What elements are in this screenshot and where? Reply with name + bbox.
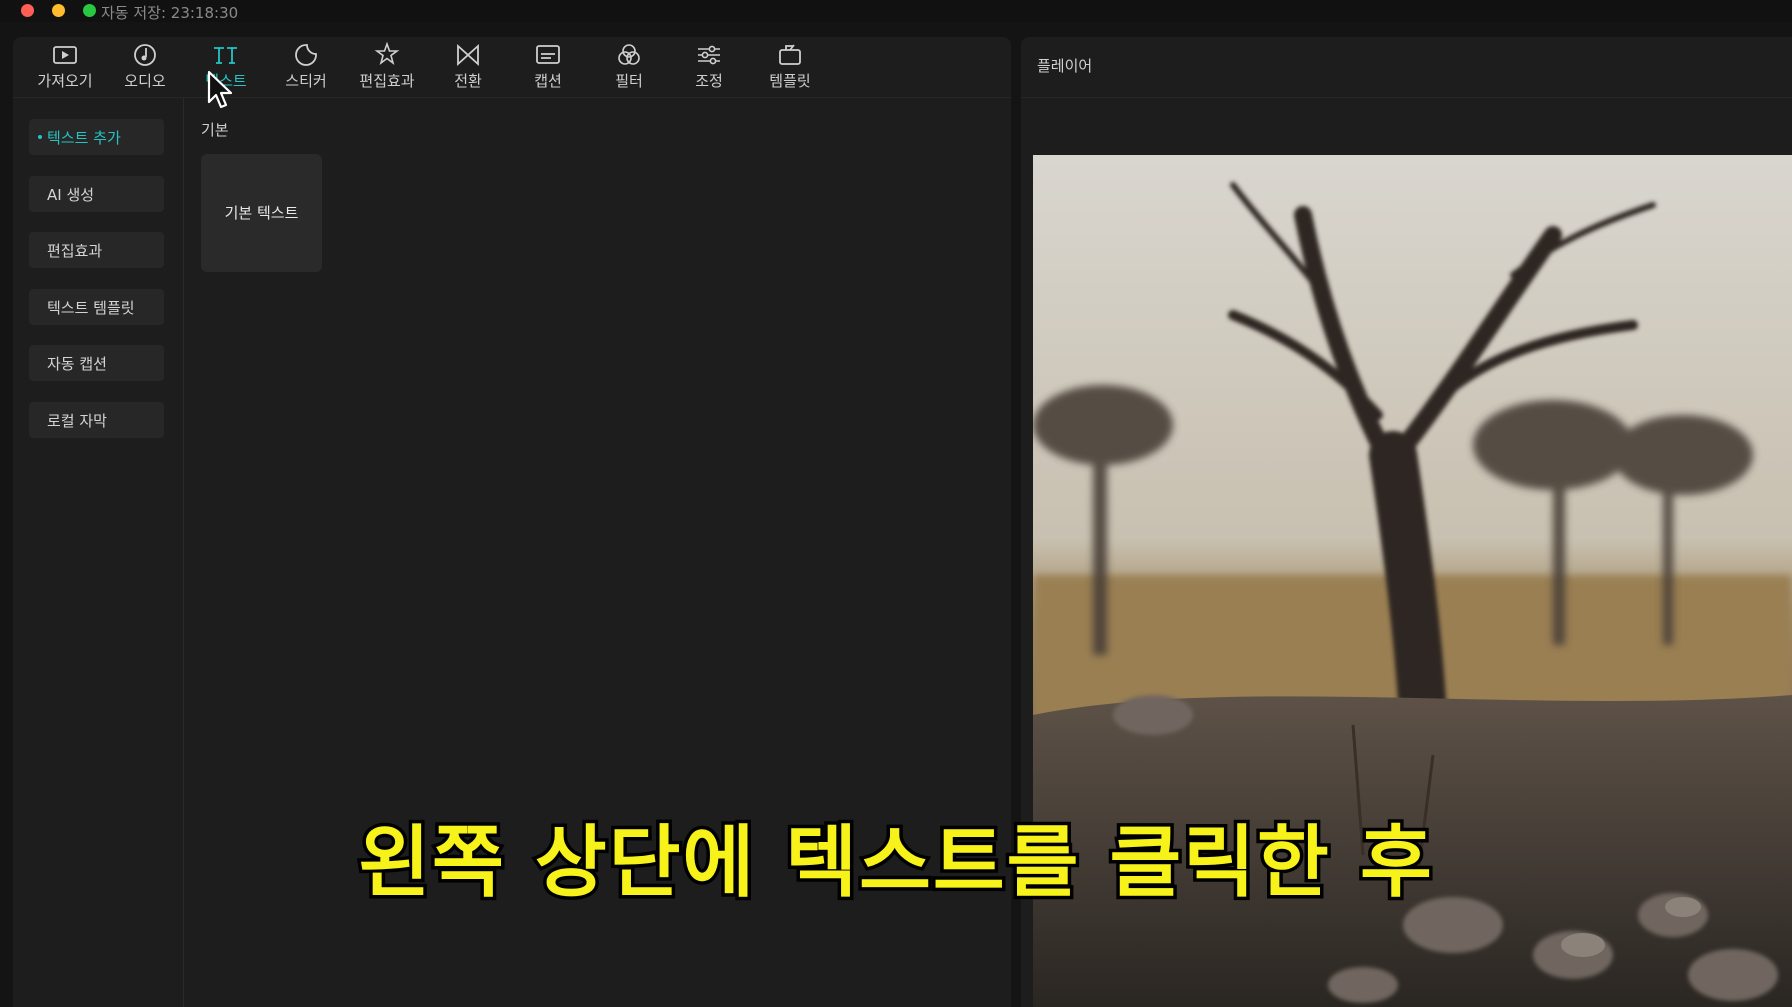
divider — [1021, 97, 1792, 98]
nav-item-label: 텍스트 템플릿 — [47, 299, 135, 317]
tab-filter[interactable]: 필터 — [589, 42, 669, 94]
mouse-cursor-icon — [207, 70, 233, 109]
tab-label: 가져오기 — [37, 72, 93, 90]
filter-icon — [589, 42, 669, 68]
tab-label: 전환 — [454, 72, 482, 90]
tab-label: 조정 — [695, 72, 723, 90]
default-text-card[interactable]: 기본 텍스트 — [201, 154, 322, 272]
minimize-window-button[interactable] — [52, 4, 65, 17]
active-dot — [38, 135, 42, 139]
nav-item-label: 자동 캡션 — [47, 355, 107, 373]
tab-label: 편집효과 — [359, 72, 415, 90]
sticker-icon — [266, 42, 346, 68]
section-title: 기본 — [201, 121, 229, 139]
nav-item-label: 텍스트 추가 — [47, 129, 121, 147]
nav-item-effects[interactable]: 편집효과 — [29, 232, 164, 268]
autosave-status: 자동 저장: 23:18:30 — [101, 4, 239, 22]
audio-icon — [105, 42, 185, 68]
tab-label: 캡션 — [534, 72, 562, 90]
tab-adjust[interactable]: 조정 — [669, 42, 749, 94]
adjust-icon — [669, 42, 749, 68]
close-window-button[interactable] — [21, 4, 34, 17]
title-bar: 자동 저장: 23:18:30 — [0, 0, 1792, 22]
card-label: 기본 텍스트 — [224, 204, 299, 222]
nav-item-label: AI 생성 — [47, 186, 95, 204]
media-toolbar: 가져오기 오디오 텍스트 스티커 편집효과 전환 캡션 필터 조정 템플릿 — [13, 37, 1011, 97]
nav-item-auto-caption[interactable]: 자동 캡션 — [29, 345, 164, 381]
media-import-icon — [25, 42, 105, 68]
player-title: 플레이어 — [1037, 57, 1093, 75]
tab-audio[interactable]: 오디오 — [105, 42, 185, 94]
video-subtitle: 왼쪽 상단에 텍스트를 클릭한 후 — [355, 815, 1436, 912]
caption-icon — [508, 42, 588, 68]
nav-item-ai-generate[interactable]: AI 생성 — [29, 176, 164, 212]
nav-item-label: 로컬 자막 — [47, 412, 107, 430]
tab-label: 스티커 — [285, 72, 327, 90]
tab-label: 오디오 — [124, 72, 166, 90]
nav-item-label: 편집효과 — [47, 242, 103, 260]
nav-item-add-text[interactable]: 텍스트 추가 — [29, 119, 164, 155]
tab-sticker[interactable]: 스티커 — [266, 42, 346, 94]
effects-icon — [347, 41, 427, 68]
maximize-window-button[interactable] — [83, 4, 96, 17]
transition-icon — [428, 42, 508, 68]
nav-item-local-subtitle[interactable]: 로컬 자막 — [29, 402, 164, 438]
tab-label: 템플릿 — [769, 72, 811, 90]
tab-template[interactable]: 템플릿 — [750, 42, 830, 94]
tab-effects[interactable]: 편집효과 — [347, 41, 427, 94]
nav-item-text-template[interactable]: 텍스트 템플릿 — [29, 289, 164, 325]
tab-transition[interactable]: 전환 — [428, 42, 508, 94]
text-icon — [186, 42, 266, 68]
template-icon — [750, 42, 830, 68]
tab-label: 필터 — [615, 72, 643, 90]
tab-import[interactable]: 가져오기 — [25, 42, 105, 94]
tab-caption[interactable]: 캡션 — [508, 42, 588, 94]
